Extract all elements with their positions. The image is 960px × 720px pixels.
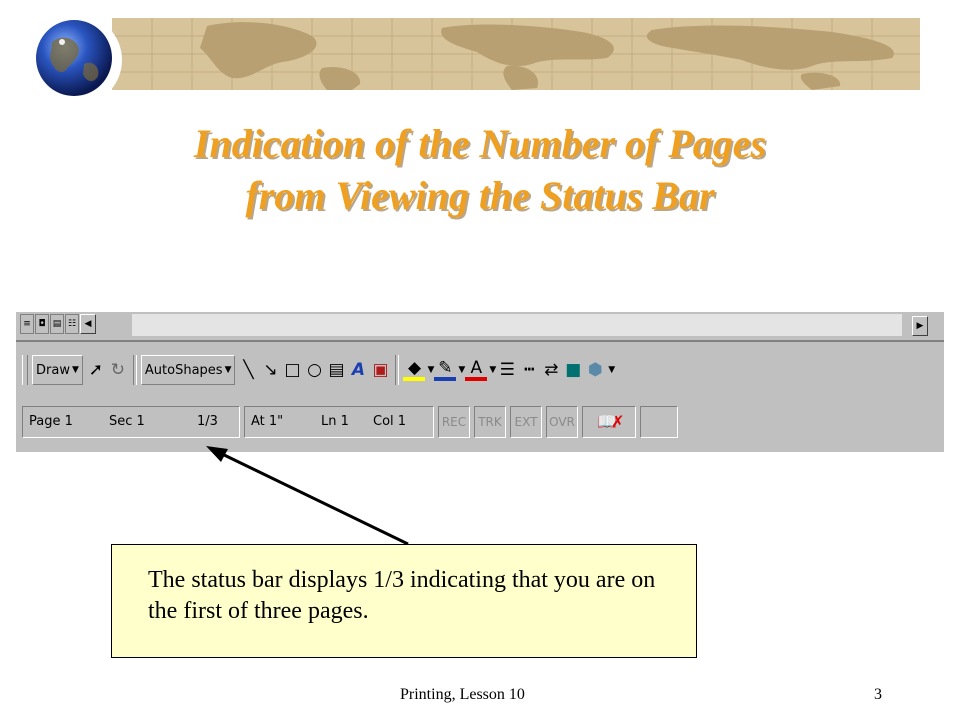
slide-number: 3 — [874, 686, 882, 703]
footer-lesson: Printing, Lesson 10 — [400, 686, 525, 703]
callout-box: The status bar displays 1/3 indicating t… — [111, 544, 697, 658]
callout-text: The status bar displays 1/3 indicating t… — [148, 567, 656, 624]
